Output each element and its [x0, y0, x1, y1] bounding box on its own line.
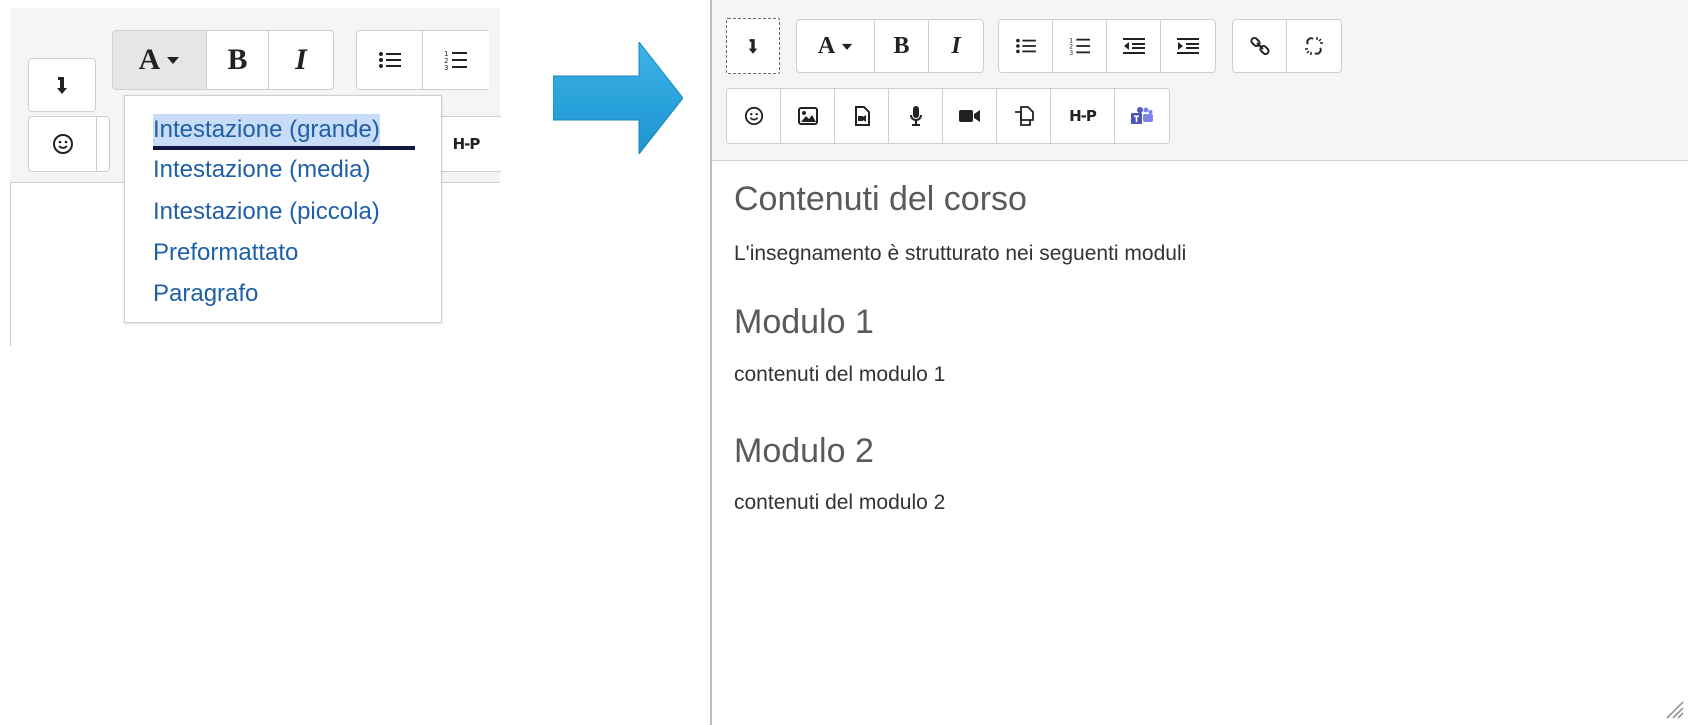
dropdown-item-heading-medium[interactable]: Intestazione (media) — [153, 154, 370, 186]
ordered-list-button[interactable]: 123 — [1053, 20, 1107, 72]
bold-icon: B — [893, 32, 910, 59]
font-icon: A — [138, 43, 161, 76]
content-paragraph-module1: contenuti del modulo 1 — [734, 363, 946, 386]
italic-button[interactable]: I — [929, 20, 983, 72]
arrow-right-icon — [553, 42, 683, 154]
media-button[interactable] — [835, 89, 889, 143]
focus-underline — [153, 146, 415, 150]
file-media-icon — [854, 106, 870, 126]
italic-button[interactable]: I — [269, 31, 333, 89]
bold-icon: B — [227, 43, 248, 76]
collapse-group — [726, 18, 780, 74]
outdent-icon — [1122, 38, 1145, 54]
teams-meeting-button[interactable] — [1115, 89, 1169, 143]
bold-button[interactable]: B — [875, 20, 929, 72]
dropdown-item-preformatted[interactable]: Preformattato — [153, 237, 298, 269]
list-group: 123 — [998, 19, 1216, 73]
manage-files-button[interactable] — [997, 89, 1051, 143]
image-button-partial[interactable] — [97, 117, 109, 171]
indent-button[interactable] — [1161, 20, 1215, 72]
record-video-button[interactable] — [943, 89, 997, 143]
dropdown-item-heading-large[interactable]: Intestazione (grande) — [153, 114, 380, 146]
video-camera-icon — [958, 110, 980, 122]
content-heading-module2: Modulo 2 — [734, 432, 874, 470]
paragraph-style-button[interactable]: A — [113, 31, 207, 89]
collapse-toolbar-button[interactable] — [29, 59, 95, 111]
record-audio-button[interactable] — [889, 89, 943, 143]
style-group: A B I — [112, 30, 334, 90]
paragraph-style-button[interactable]: A — [797, 20, 875, 72]
resize-grip-icon — [1666, 701, 1684, 719]
right-editor-panel: A B I 123 H-P Contenuti del corso L'inse… — [710, 0, 1688, 725]
font-icon: A — [817, 32, 836, 59]
link-icon — [1249, 36, 1270, 56]
h5p-button[interactable]: H-P — [1051, 89, 1115, 143]
bullet-list-icon — [1015, 38, 1036, 54]
caret-down-icon — [167, 57, 180, 64]
paragraph-style-dropdown: Intestazione (grande) Intestazione (medi… — [124, 95, 442, 323]
caret-down-icon — [842, 43, 853, 50]
image-icon — [797, 107, 818, 125]
emoji-button[interactable] — [29, 117, 97, 171]
unlink-button[interactable] — [1287, 20, 1341, 72]
collapse-toolbar-button[interactable] — [727, 19, 779, 73]
left-editor-panel: A B I 123 H-P Intestazione (grande) Inte… — [10, 8, 501, 346]
svg-text:3: 3 — [1069, 50, 1073, 56]
image-button[interactable] — [781, 89, 835, 143]
unlink-icon — [1305, 37, 1323, 55]
content-paragraph-intro: L'insegnamento è strutturato nei seguent… — [734, 242, 1187, 265]
arrow-down-icon — [748, 39, 758, 54]
smiley-icon — [52, 134, 73, 154]
insert-group: H-P — [726, 88, 1170, 144]
right-arrow-graphic — [553, 42, 683, 154]
italic-icon: I — [295, 43, 307, 76]
copy-files-icon — [1014, 106, 1034, 126]
ordered-list-button[interactable]: 123 — [423, 31, 489, 89]
arrow-down-icon — [57, 77, 67, 94]
link-button[interactable] — [1233, 20, 1287, 72]
indent-icon — [1177, 38, 1199, 54]
content-paragraph-module2: contenuti del modulo 2 — [734, 491, 946, 514]
h5p-icon: H-P — [1069, 107, 1097, 125]
list-group: 123 — [356, 30, 489, 90]
teams-icon — [1131, 107, 1153, 124]
right-toolbar: A B I 123 H-P — [712, 0, 1688, 161]
svg-text:3: 3 — [444, 64, 448, 71]
resize-handle[interactable] — [1662, 697, 1684, 719]
insert-group — [28, 116, 110, 172]
link-group — [1232, 19, 1342, 73]
outdent-button[interactable] — [1107, 20, 1161, 72]
bullet-list-icon — [378, 52, 401, 68]
unordered-list-button[interactable] — [999, 20, 1053, 72]
content-heading-module1: Modulo 1 — [734, 303, 874, 341]
numbered-list-icon: 123 — [1069, 37, 1090, 56]
emoji-button[interactable] — [727, 89, 781, 143]
microphone-icon — [909, 106, 922, 126]
content-heading-course: Contenuti del corso — [734, 180, 1027, 218]
bold-button[interactable]: B — [207, 31, 269, 89]
italic-icon: I — [951, 32, 961, 59]
dropdown-item-paragraph[interactable]: Paragrafo — [153, 278, 258, 310]
style-group: A B I — [796, 19, 984, 73]
smiley-icon — [744, 106, 763, 126]
h5p-icon: H-P — [452, 135, 481, 153]
dropdown-item-heading-small[interactable]: Intestazione (piccola) — [153, 196, 380, 228]
collapse-group — [28, 58, 96, 112]
numbered-list-icon: 123 — [444, 50, 467, 71]
unordered-list-button[interactable] — [357, 31, 423, 89]
